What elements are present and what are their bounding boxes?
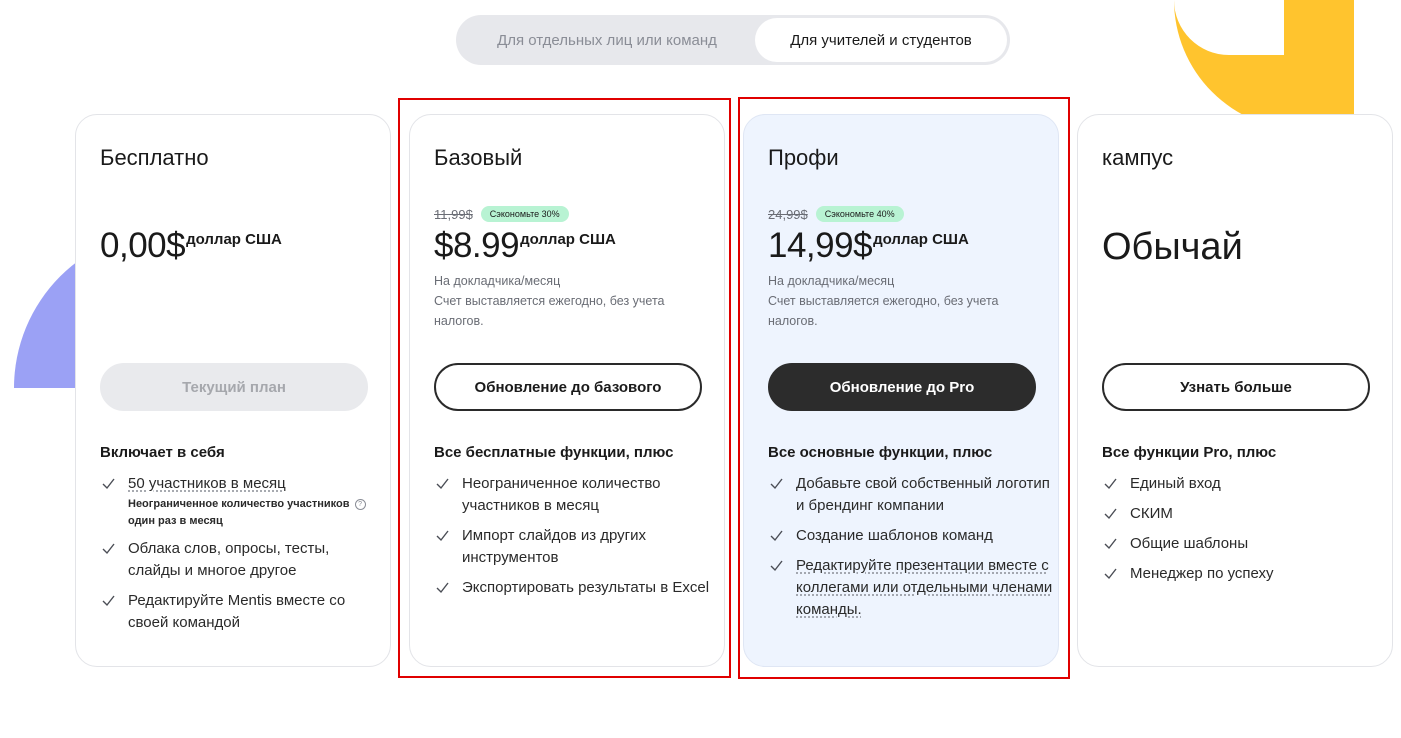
plan-card-free: Бесплатно 0,00$ доллар США Текущий план …: [75, 114, 391, 667]
price-currency: доллар США: [186, 231, 282, 248]
feature-text: СКИМ: [1130, 505, 1173, 522]
highlight-box-pro: [738, 97, 1070, 679]
feature-text: Облака слов, опросы, тесты, слайды и мно…: [128, 540, 330, 579]
feature-text: Единый вход: [1130, 475, 1221, 492]
highlight-box-basic: [398, 98, 731, 678]
help-icon[interactable]: ?: [354, 499, 366, 510]
list-item: 50 участников в месяц Неограниченное кол…: [100, 473, 385, 530]
list-item: СКИМ: [1102, 503, 1387, 525]
list-item: Общие шаблоны: [1102, 533, 1387, 555]
feature-list: 50 участников в месяц Неограниченное кол…: [100, 473, 385, 642]
list-item: Облака слов, опросы, тесты, слайды и мно…: [100, 538, 385, 582]
audience-toggle: Для отдельных лиц или команд Для учителе…: [456, 15, 1010, 65]
plan-title: кампус: [1102, 145, 1174, 170]
feature-text: Редактируйте Mentis вместе со своей кома…: [128, 592, 346, 631]
decorative-yellow-shape: [1174, 0, 1354, 130]
plan-title: Бесплатно: [100, 145, 209, 170]
feature-text[interactable]: 50 участников в месяц: [128, 475, 286, 492]
check-icon: [1104, 478, 1117, 490]
feature-text: Менеджер по успеху: [1130, 565, 1274, 582]
price-row: 0,00$ доллар США: [100, 227, 282, 265]
feature-subnote: Неограниченное количество участников ? од…: [128, 496, 385, 530]
toggle-teachers-students[interactable]: Для учителей и студентов: [755, 18, 1007, 62]
check-icon: [1104, 568, 1117, 580]
check-icon: [102, 543, 115, 555]
plan-price: Обычай: [1102, 226, 1243, 268]
features-heading: Все функции Pro, плюс: [1102, 444, 1277, 461]
learn-more-button[interactable]: Узнать больше: [1102, 363, 1370, 411]
toggle-individuals-teams[interactable]: Для отдельных лиц или команд: [459, 18, 755, 62]
feature-list: Единый вход СКИМ Общие шаблоны Менеджер …: [1102, 473, 1387, 593]
check-icon: [1104, 538, 1117, 550]
check-icon: [102, 595, 115, 607]
list-item: Редактируйте Mentis вместе со своей кома…: [100, 590, 385, 634]
check-icon: [1104, 508, 1117, 520]
feature-subnote-text: Неограниченное количество участников ? од…: [128, 498, 366, 527]
current-plan-button[interactable]: Текущий план: [100, 363, 368, 411]
feature-text: Общие шаблоны: [1130, 535, 1249, 552]
plan-price: 0,00$: [100, 226, 186, 265]
list-item: Менеджер по успеху: [1102, 563, 1387, 585]
check-icon: [102, 478, 115, 490]
list-item: Единый вход: [1102, 473, 1387, 495]
plan-card-campus: кампус Обычай Узнать больше Все функции …: [1077, 114, 1393, 667]
features-heading: Включает в себя: [100, 444, 225, 461]
